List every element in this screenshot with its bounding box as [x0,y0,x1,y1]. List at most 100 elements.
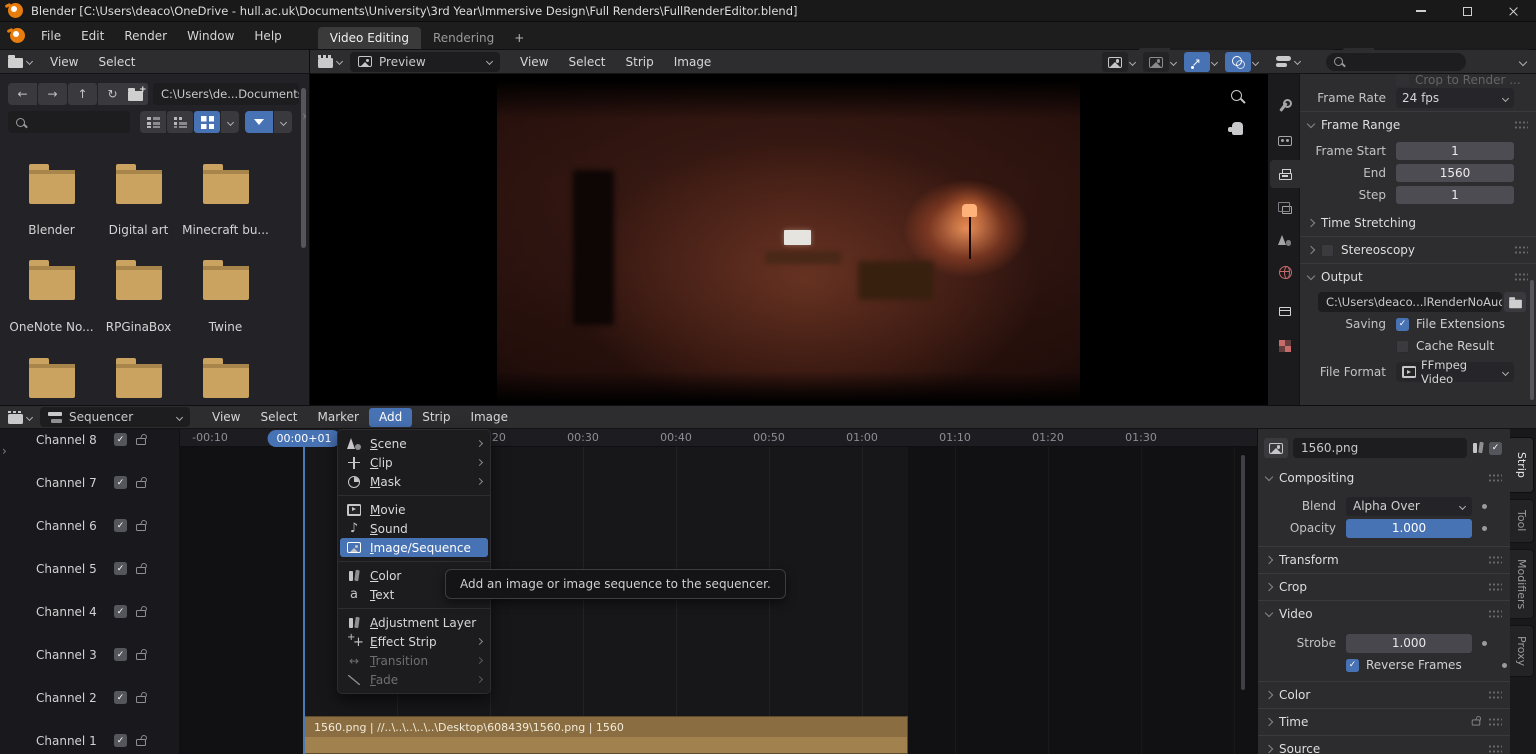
animate-dot[interactable] [1502,663,1507,668]
close-button[interactable] [1490,0,1536,22]
filter-toggle-button[interactable] [245,111,273,133]
time-stretching-section-header[interactable]: Time Stretching [1300,213,1536,233]
menu-window[interactable]: Window [177,29,244,43]
folder-label[interactable]: RPGinaBox [95,320,182,334]
current-frame-badge[interactable]: 00:00+01 [268,430,341,447]
editor-type-button[interactable] [1268,55,1308,68]
tab-strip[interactable]: Strip [1510,437,1534,493]
pv-menu-strip[interactable]: Strip [616,55,664,69]
frame-start-field[interactable]: 1 [1396,142,1514,160]
output-section-header[interactable]: Output [1300,267,1536,287]
folder-item[interactable] [8,162,95,204]
folder-label[interactable]: Minecraft bu... [182,223,269,237]
add-menu-item-mask[interactable]: Mask [338,472,490,491]
time-section-header[interactable]: Time [1258,712,1510,732]
chevron-down-icon[interactable] [1129,58,1136,65]
view-type-dropdown[interactable]: Preview [350,52,500,72]
tab-video-editing[interactable]: Video Editing [318,27,421,49]
overlays-toggle-button[interactable] [1225,52,1251,72]
region-expand-icon[interactable]: › [302,110,307,122]
menu-render[interactable]: Render [114,29,177,43]
minimize-button[interactable] [1398,0,1444,22]
preview-shading-button[interactable] [1143,52,1169,72]
tab-world[interactable] [1270,258,1300,286]
folder-label[interactable]: Digital art [95,223,182,237]
end-field[interactable]: 1560 [1396,164,1514,182]
folder-label[interactable]: Blender [8,223,95,237]
add-menu-item-adjustment-layer[interactable]: Adjustment Layer [338,613,490,632]
frame-rate-dropdown[interactable]: 24 fps [1396,88,1514,108]
tab-tool[interactable]: Tool [1510,499,1534,543]
folder-item[interactable] [95,162,182,204]
channel-lock-icon[interactable] [136,438,146,445]
opacity-slider[interactable]: 1.000 [1346,519,1472,538]
folder-label[interactable]: OneNote No... [8,320,95,334]
reverse-frames-checkbox[interactable] [1346,659,1359,672]
sequencer-scrollbar[interactable] [1241,455,1245,690]
tab-proxy[interactable]: Proxy [1510,625,1534,677]
crop-section-header[interactable]: Crop [1258,577,1510,597]
back-button[interactable]: ← [8,83,37,105]
animate-dot[interactable] [1482,504,1487,509]
gizmos-toggle-button[interactable] [1184,52,1210,72]
animate-dot[interactable] [1482,526,1487,531]
strip-color-tag-icon[interactable] [1472,442,1484,454]
folder-item[interactable] [182,258,269,300]
fb-search-input[interactable] [8,111,130,133]
drag-dots-icon[interactable] [1488,690,1502,700]
stereoscopy-checkbox[interactable] [1321,244,1334,257]
folder-item[interactable] [95,356,182,398]
maximize-button[interactable] [1444,0,1490,22]
thumbnail-view-button[interactable] [194,111,220,133]
add-menu-item-clip[interactable]: Clip [338,453,490,472]
add-menu-item-scene[interactable]: Scene [338,434,490,453]
channel-mute-checkbox[interactable] [114,648,127,661]
channel-mute-checkbox[interactable] [114,734,127,747]
editor-type-button[interactable] [0,411,40,424]
channel-lock-icon[interactable] [136,739,146,746]
vertical-list-button[interactable] [140,111,166,133]
seq-menu-image[interactable]: Image [460,410,518,424]
region-expand-icon[interactable]: › [2,445,7,457]
add-menu-item-effect-strip[interactable]: Effect Strip [338,632,490,651]
source-section-header[interactable]: Source [1258,739,1510,754]
tab-modifiers[interactable]: Modifiers [1510,549,1534,619]
tab-collection[interactable] [1270,296,1300,324]
chevron-down-icon[interactable] [1519,57,1527,65]
drag-dots-icon[interactable] [1488,717,1502,727]
tab-rendering[interactable]: Rendering [421,27,506,49]
channel-mute-checkbox[interactable] [114,691,127,704]
compositing-section-header[interactable]: Compositing [1258,468,1510,488]
browse-output-button[interactable] [1504,292,1526,312]
chevron-down-icon[interactable] [1170,58,1177,65]
seq-menu-add[interactable]: Add [369,408,412,427]
channel-mute-checkbox[interactable] [114,562,127,575]
blend-mode-dropdown[interactable]: Alpha Over [1346,497,1472,516]
seq-menu-view[interactable]: View [202,410,250,424]
fb-menu-select[interactable]: Select [88,55,145,69]
folder-item[interactable] [8,356,95,398]
image-strip[interactable]: 1560.png | //..\..\..\..\..\Desktop\6084… [304,716,908,754]
display-channels-button[interactable] [1102,52,1128,72]
folder-item[interactable] [95,258,182,300]
folder-item[interactable] [182,162,269,204]
tab-scene[interactable] [1270,226,1300,254]
cache-result-checkbox[interactable] [1396,340,1409,353]
channel-lock-icon[interactable] [136,524,146,531]
seq-menu-strip[interactable]: Strip [412,410,460,424]
add-menu-item-fade[interactable]: Fade [338,670,490,689]
menu-help[interactable]: Help [244,29,291,43]
channel-lock-icon[interactable] [136,610,146,617]
pan-hand-icon[interactable] [1232,122,1243,138]
editor-type-button[interactable] [310,55,350,68]
create-folder-button[interactable] [122,83,148,105]
frame-range-section-header[interactable]: Frame Range [1300,115,1536,135]
seq-view-type-dropdown[interactable]: Sequencer [40,407,190,427]
channel-mute-checkbox[interactable] [114,519,127,532]
menu-file[interactable]: File [31,29,71,43]
step-field[interactable]: 1 [1396,186,1514,204]
playhead[interactable] [303,446,305,754]
folder-label[interactable]: Twine [182,320,269,334]
folder-item[interactable] [8,258,95,300]
add-menu-item-sound[interactable]: ♪ Sound [338,519,490,538]
